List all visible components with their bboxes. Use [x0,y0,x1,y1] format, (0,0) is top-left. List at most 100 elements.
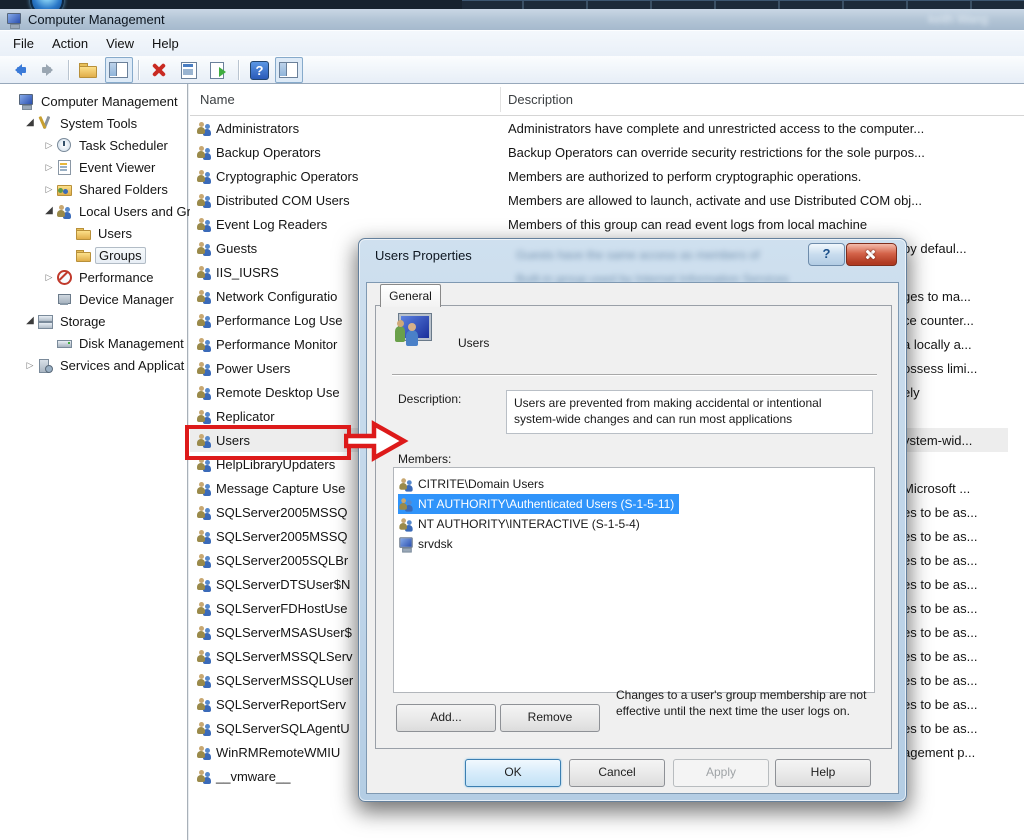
menu-item[interactable]: Help [143,33,188,54]
tree-item[interactable]: Computer Management [0,90,187,112]
NT AUTHORITY\Authenticated Users (S-1-5-11)[interactable]: NT AUTHORITY\Authenticated Users (S-1-5-… [398,494,680,514]
tree-item[interactable]: ▷ Services and Applicat [0,354,187,376]
group-name: Distributed COM Users [216,192,350,208]
title-bar[interactable]: Computer Management keith Wang [0,9,1024,31]
group-description: Members are allowed to launch, activate … [508,192,923,208]
delete-icon[interactable] [145,57,173,83]
separator[interactable] [238,59,240,80]
tab-general[interactable]: General [380,284,441,307]
description-field[interactable]: Users are prevented from making accident… [506,390,873,434]
group-description-fragment: ges to ma... [903,288,971,304]
tree-item[interactable]: ◢ Storage [0,310,187,332]
console-tree-icon[interactable] [105,56,133,83]
tree-item-icon [56,137,72,153]
dialog-help-button[interactable]: ? [808,243,845,266]
tree-item[interactable]: ▷ Shared Folders [0,178,187,200]
members-listbox[interactable]: CITRITE\Domain Users NT AUTHORITY\Authen… [393,467,875,693]
group-icon [196,528,212,544]
group-description: Members are authorized to perform crypto… [508,168,862,184]
group-icon [196,600,212,616]
add-button[interactable]: Add... [396,704,496,732]
expander-icon[interactable]: ◢ [42,200,56,222]
description-label: Description: [398,392,462,406]
group-description-fragment: ce counter... [903,312,974,328]
group-description-fragment: es to be as... [903,672,978,688]
column-header-name[interactable]: Name [200,92,235,107]
tree-item[interactable]: ◢ System Tools [0,112,187,134]
expander-icon[interactable]: ▷ [42,178,56,200]
expander-icon[interactable]: ◢ [23,112,37,134]
group-description-fragment: es to be as... [903,600,978,616]
tree-item[interactable]: Users [0,222,187,244]
Distributed COM Users[interactable]: Distributed COM Users Members are allowe… [190,188,1024,212]
member-name: NT AUTHORITY\Authenticated Users (S-1-5-… [418,497,675,511]
apply-button[interactable]: Apply [673,759,769,787]
expander-icon[interactable]: ▷ [42,156,56,178]
group-name: Backup Operators [216,144,321,160]
tree-item-label: System Tools [60,115,138,131]
help-icon[interactable] [245,57,273,83]
action-pane-icon[interactable] [275,56,303,83]
tree-item[interactable]: Device Manager [0,288,187,310]
tree-item[interactable]: ▷ Performance [0,266,187,288]
expander-icon[interactable]: ◢ [23,310,37,332]
help-button[interactable]: Help [775,759,871,787]
group-name: SQLServer2005MSSQ [216,528,348,544]
group-description-fragment: es to be as... [903,528,978,544]
Backup Operators[interactable]: Backup Operators Backup Operators can ov… [190,140,1024,164]
menu-bar: File Action View Help [0,30,1024,56]
expander-icon[interactable]: ▷ [23,354,37,376]
up-folder-icon[interactable] [75,57,103,83]
column-header-description[interactable]: Description [508,92,573,107]
srvdsk[interactable]: srvdsk [398,534,458,554]
group-name: WinRMRemoteWMIU [216,744,341,760]
group-name: SQLServerReportServ [216,696,347,712]
group-icon [196,696,212,712]
tree-item-icon [37,115,53,131]
expander-icon[interactable]: ▷ [42,266,56,288]
expander-icon[interactable]: ▷ [42,134,56,156]
tree-item-label: Local Users and Gr [79,203,191,219]
NT AUTHORITY\INTERACTIVE (S-1-5-4)[interactable]: NT AUTHORITY\INTERACTIVE (S-1-5-4) [398,514,645,534]
blurred-username: keith Wang [928,12,988,26]
group-description-fragment: a locally a... [903,336,972,352]
cancel-button[interactable]: Cancel [569,759,665,787]
separator[interactable] [138,59,140,80]
Administrators[interactable]: Administrators Administrators have compl… [190,116,1024,140]
background-taskstrip [0,0,1024,9]
tree-item[interactable]: ▷ Task Scheduler [0,134,187,156]
ok-button[interactable]: OK [465,759,561,787]
member-icon [398,536,413,553]
group-icon [196,552,212,568]
Event Log Readers[interactable]: Event Log Readers Members of this group … [190,212,1024,236]
remove-button[interactable]: Remove [500,704,600,732]
forward-icon[interactable] [35,57,63,83]
menu-item[interactable]: View [97,33,143,54]
group-icon [196,384,212,400]
group-icon [196,312,212,328]
tree-item[interactable]: Groups [0,244,187,266]
CITRITE\Domain Users[interactable]: CITRITE\Domain Users [398,474,549,494]
Cryptographic Operators[interactable]: Cryptographic Operators Members are auth… [190,164,1024,188]
tree-item[interactable]: Disk Management [0,332,187,354]
group-description-fragment: Microsoft ... [903,480,971,496]
separator[interactable] [68,59,70,80]
membership-note: Changes to a user's group membership are… [616,688,867,718]
tree-item-icon [75,247,91,263]
annotation-box [185,425,351,460]
tree-item[interactable]: ◢ Local Users and Gr [0,200,191,222]
column-separator[interactable] [500,87,501,112]
group-description: Administrators have complete and unrestr… [508,120,925,136]
export-list-icon[interactable] [205,57,233,83]
properties-icon[interactable] [175,57,203,83]
tree-item[interactable]: ▷ Event Viewer [0,156,187,178]
tree-item-icon [75,225,91,241]
group-description-fragment: es to be as... [903,552,978,568]
menu-item[interactable]: Action [43,33,97,54]
menu-item[interactable]: File [4,33,43,54]
tree-item-label: Disk Management [79,335,184,351]
back-icon[interactable] [5,57,33,83]
background-window-tabs [462,0,1024,9]
tree-item-label: Groups [95,246,146,264]
close-icon[interactable] [846,243,897,266]
